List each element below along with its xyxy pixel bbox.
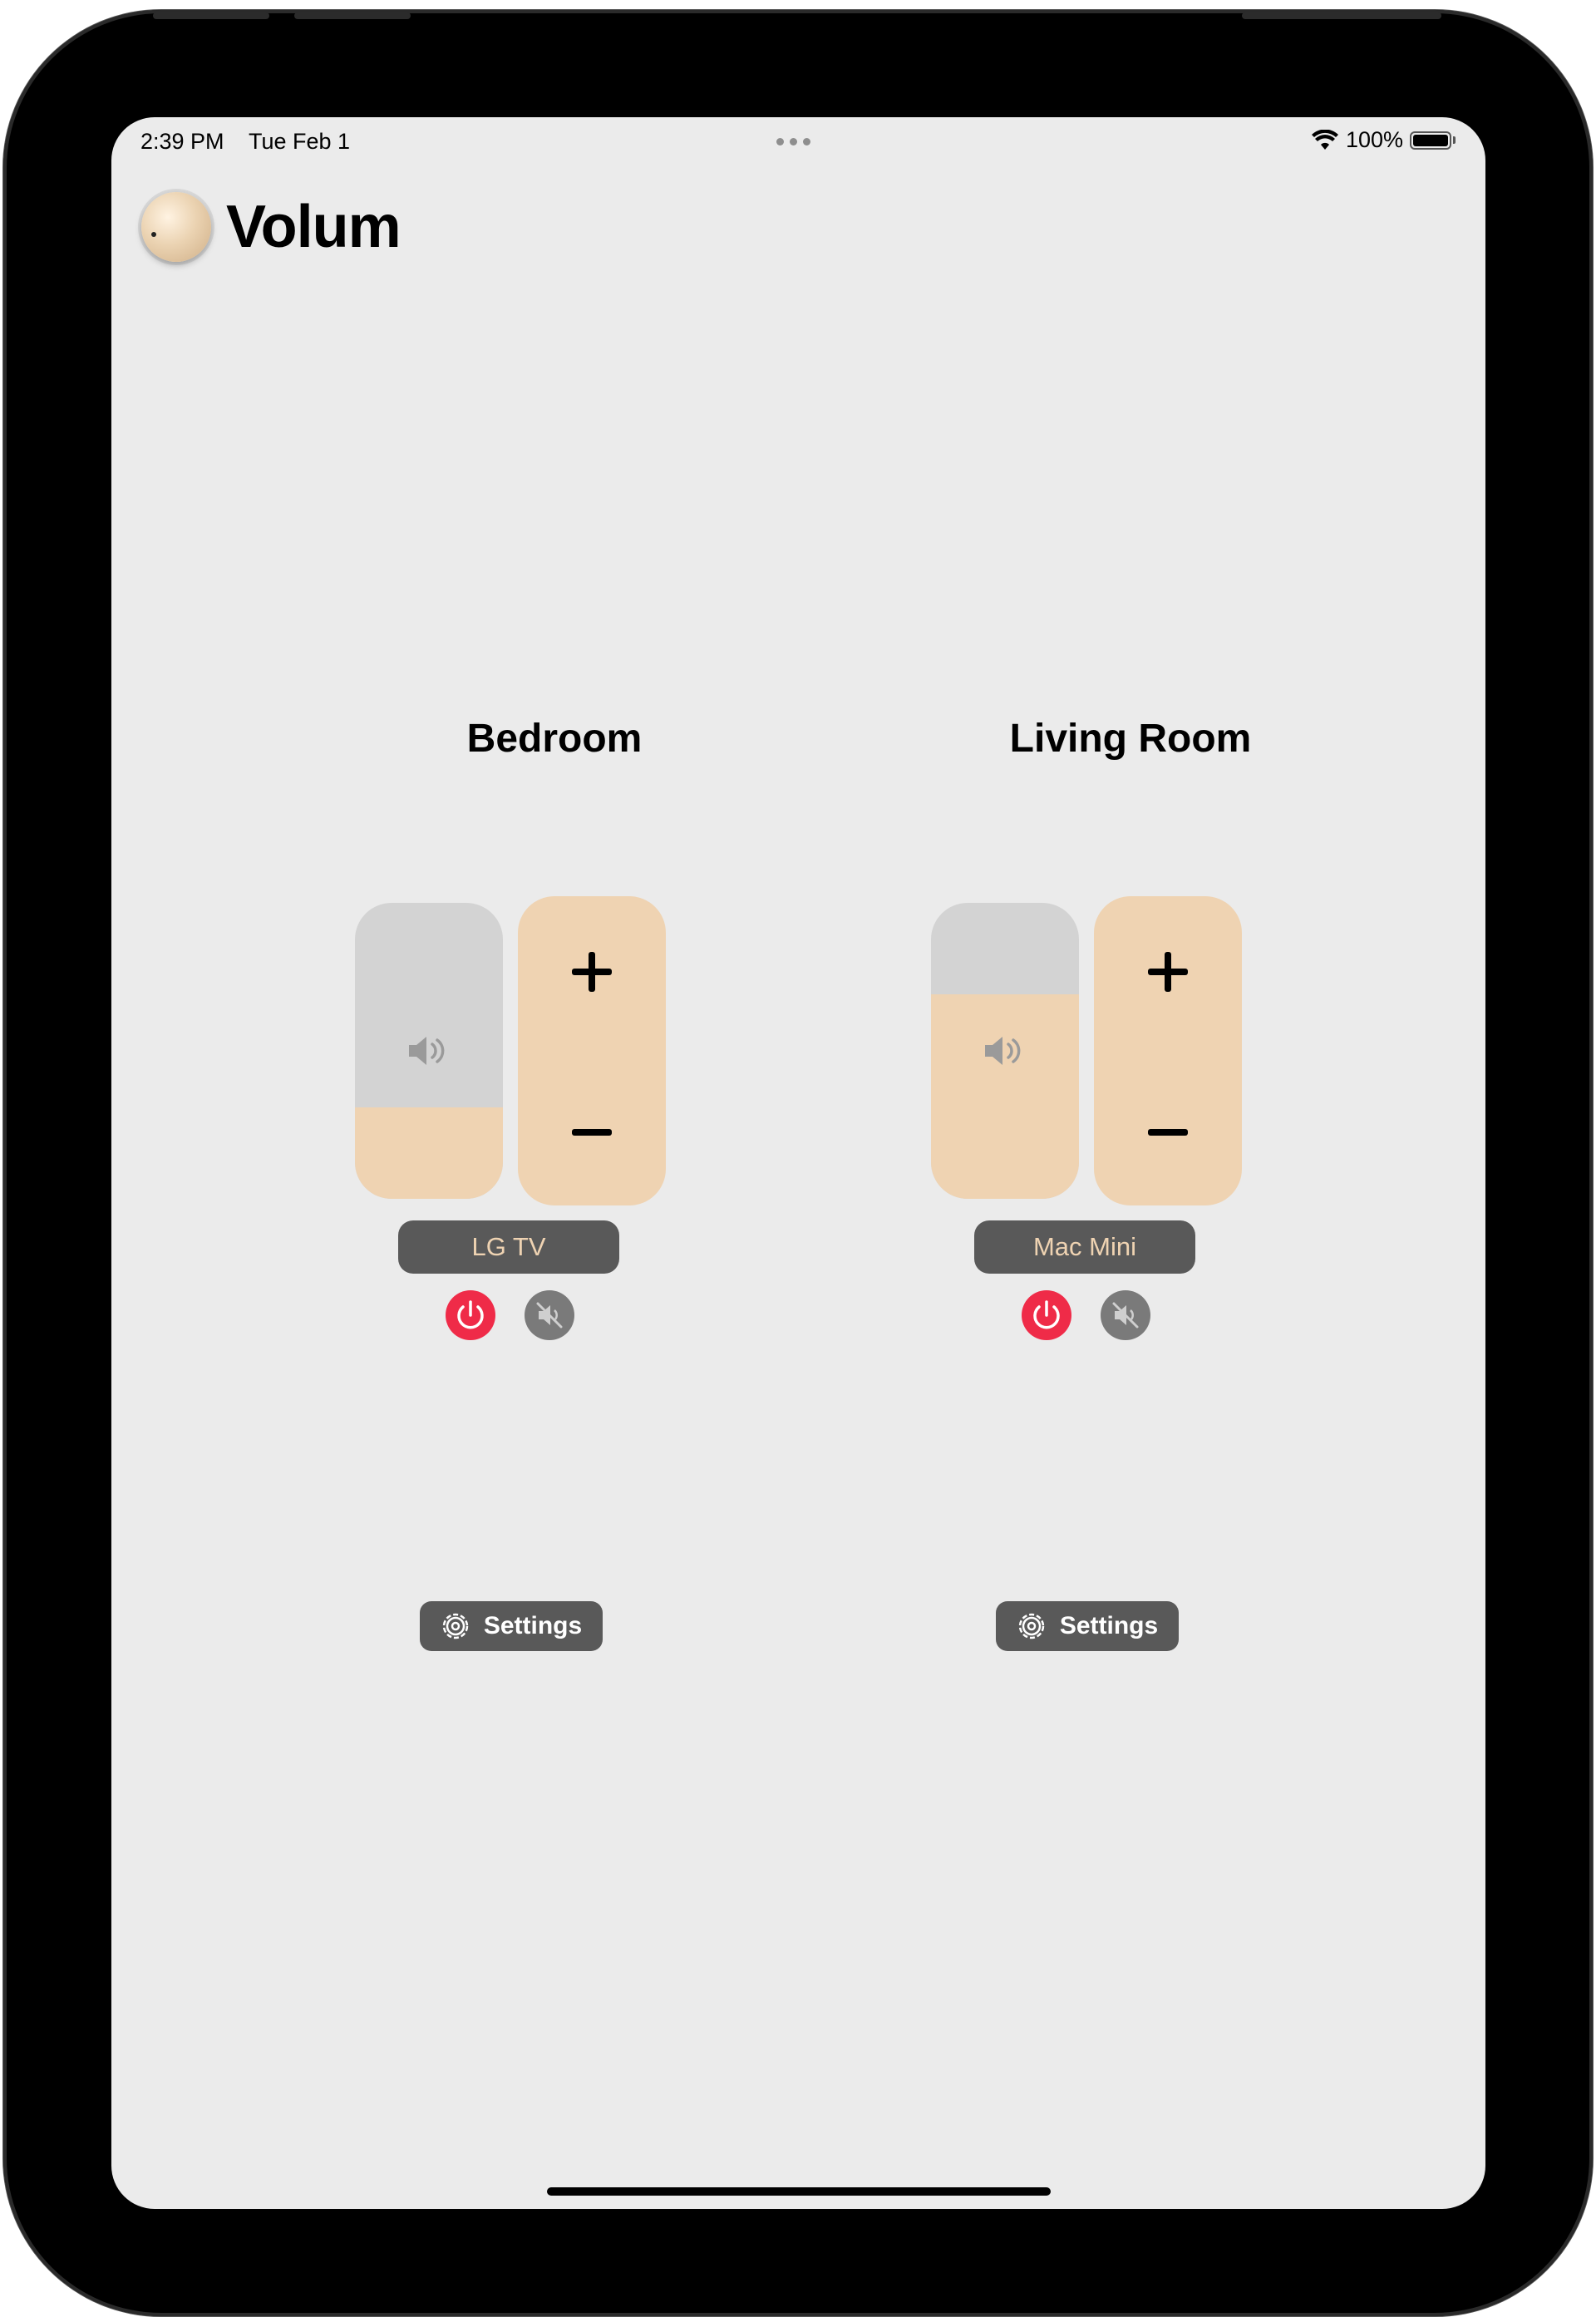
mute-button[interactable]	[525, 1290, 574, 1340]
gear-icon	[1018, 1613, 1045, 1639]
top-hardware-button	[1242, 12, 1441, 19]
volume-up-hardware-button	[153, 12, 269, 19]
plus-icon[interactable]	[1138, 942, 1198, 1002]
volume-stepper	[518, 896, 666, 1205]
volume-down-hardware-button	[294, 12, 411, 19]
volume-stepper	[1094, 896, 1242, 1205]
app-screen: 2:39 PM Tue Feb 1 100% Volum Bedroom LG …	[111, 117, 1485, 2209]
room-title: Living Room	[1009, 717, 1252, 761]
power-icon	[1033, 1300, 1060, 1329]
settings-button[interactable]: Settings	[996, 1601, 1179, 1651]
room-title: Bedroom	[466, 717, 643, 761]
app-title: Volum	[226, 194, 401, 260]
volume-knob-icon	[141, 192, 211, 262]
battery-nub	[1453, 136, 1456, 144]
mute-button[interactable]	[1101, 1290, 1150, 1340]
status-date: Tue Feb 1	[249, 129, 351, 154]
volume-level-fill	[355, 1107, 503, 1199]
settings-button[interactable]: Settings	[420, 1601, 603, 1651]
volume-level-fill	[931, 994, 1079, 1199]
minus-icon[interactable]	[1138, 1102, 1198, 1162]
device-name-button[interactable]: LG TV	[398, 1220, 619, 1274]
speaker-icon	[985, 1037, 1021, 1065]
speaker-icon	[409, 1037, 445, 1065]
app-header: Volum	[141, 192, 401, 262]
power-button[interactable]	[446, 1290, 495, 1340]
volume-slider[interactable]	[355, 903, 503, 1199]
status-right: 100%	[1311, 127, 1456, 153]
power-icon	[457, 1300, 484, 1329]
battery-icon	[1410, 131, 1451, 150]
volume-slider[interactable]	[931, 903, 1079, 1199]
multitasking-dots-icon[interactable]	[776, 138, 810, 145]
speaker-mute-icon	[536, 1302, 563, 1329]
minus-icon[interactable]	[562, 1102, 622, 1162]
gear-icon	[442, 1613, 469, 1639]
device-name-button[interactable]: Mac Mini	[974, 1220, 1195, 1274]
settings-label: Settings	[1059, 1612, 1159, 1639]
settings-label: Settings	[483, 1612, 583, 1639]
plus-icon[interactable]	[562, 942, 622, 1002]
power-button[interactable]	[1022, 1290, 1071, 1340]
battery-percent: 100%	[1345, 127, 1403, 152]
status-bar: 2:39 PM Tue Feb 1 100%	[111, 117, 1485, 167]
status-time: 2:39 PM	[140, 129, 224, 154]
speaker-mute-icon	[1112, 1302, 1139, 1329]
home-indicator[interactable]	[547, 2187, 1051, 2196]
wifi-icon	[1311, 129, 1338, 150]
